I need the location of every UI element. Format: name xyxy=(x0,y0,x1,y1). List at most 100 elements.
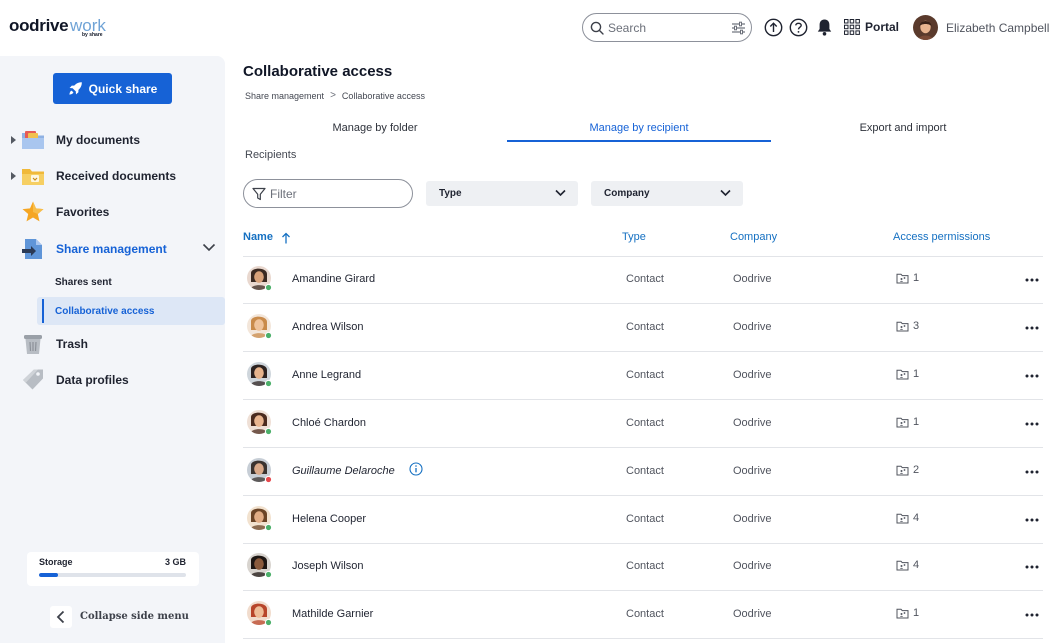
table-row[interactable]: Mathilde Garnier Contact Oodrive 1 xyxy=(243,591,1043,639)
sidebar-subitem-shares-sent[interactable]: Shares sent xyxy=(37,268,225,296)
sidebar-item-favorites[interactable]: Favorites xyxy=(0,197,225,227)
presence-status-dot xyxy=(265,284,272,291)
recipient-name[interactable]: Joseph Wilson xyxy=(292,560,364,572)
sidebar-item-trash[interactable]: Trash xyxy=(0,329,225,359)
sidebar-item-data-profiles[interactable]: Data profiles xyxy=(0,365,225,395)
more-actions-icon[interactable] xyxy=(1024,273,1040,287)
presence-status-dot xyxy=(265,380,272,387)
user-avatar[interactable] xyxy=(913,15,938,40)
expand-caret-icon[interactable] xyxy=(11,136,16,144)
sidebar-item-label: Trash xyxy=(56,337,89,351)
access-count-text: 1 xyxy=(913,416,920,428)
bell-icon[interactable] xyxy=(816,18,836,38)
filter-settings-icon[interactable] xyxy=(731,21,746,35)
recipient-name[interactable]: Helena Cooper xyxy=(292,513,366,525)
table-row[interactable]: Helena Cooper Contact Oodrive 4 xyxy=(243,496,1043,544)
info-icon[interactable] xyxy=(409,462,423,476)
recipient-name[interactable]: Amandine Girard xyxy=(292,273,375,285)
recipient-type: Contact xyxy=(626,465,664,477)
user-name[interactable]: Elizabeth Campbell xyxy=(946,21,1049,35)
breadcrumb-item-current: Collaborative access xyxy=(341,90,425,101)
sidebar-item-my-documents[interactable]: My documents xyxy=(0,125,225,155)
help-icon[interactable] xyxy=(789,18,809,38)
recipient-company: Oodrive xyxy=(733,560,772,572)
avatar xyxy=(247,314,273,340)
more-actions-icon[interactable] xyxy=(1024,513,1040,527)
table-row[interactable]: Andrea Wilson Contact Oodrive 3 xyxy=(243,304,1043,352)
storage-value: 3 GB xyxy=(164,557,186,567)
access-permissions-count[interactable]: 1 xyxy=(896,368,919,380)
quick-share-label: Quick share xyxy=(88,81,158,96)
type-dropdown[interactable]: Type xyxy=(426,181,578,206)
recipient-type: Contact xyxy=(626,321,664,333)
more-actions-icon[interactable] xyxy=(1024,465,1040,479)
sidebar-subitem-collaborative-access[interactable]: Collaborative access xyxy=(37,297,225,325)
recipient-name[interactable]: Anne Legrand xyxy=(292,369,361,381)
breadcrumb-item-share-management[interactable]: Share management xyxy=(245,91,324,101)
upload-icon[interactable] xyxy=(764,18,784,38)
recipient-type: Contact xyxy=(626,513,664,525)
recipient-type: Contact xyxy=(626,560,664,572)
shared-folder-icon xyxy=(896,369,909,380)
chevron-down-icon xyxy=(720,189,731,197)
presence-status-dot xyxy=(265,476,272,483)
access-permissions-count[interactable]: 1 xyxy=(896,416,919,428)
recipient-name[interactable]: Mathilde Garnier xyxy=(292,608,373,620)
breadcrumb-separator-icon: > xyxy=(330,90,336,101)
table-row[interactable]: Anne Legrand Contact Oodrive 1 xyxy=(243,352,1043,400)
shared-folder-icon xyxy=(896,321,909,332)
table-row[interactable]: Amandine Girard Contact Oodrive 1 xyxy=(243,256,1043,304)
table-row[interactable]: Chloé Chardon Contact Oodrive 1 xyxy=(243,400,1043,448)
recipient-company: Oodrive xyxy=(733,417,772,429)
chevron-up-icon[interactable] xyxy=(202,243,216,252)
column-header-access-permissions[interactable]: Access permissions xyxy=(893,231,990,243)
apps-grid-icon[interactable] xyxy=(844,19,860,35)
tab-manage-by-folder[interactable]: Manage by folder xyxy=(243,118,507,142)
access-count-text: 1 xyxy=(913,272,920,284)
avatar xyxy=(247,506,273,532)
more-actions-icon[interactable] xyxy=(1024,560,1040,574)
tab-manage-by-recipient[interactable]: Manage by recipient xyxy=(507,118,771,142)
recipient-type: Contact xyxy=(626,417,664,429)
column-header-company[interactable]: Company xyxy=(730,231,777,243)
more-actions-icon[interactable] xyxy=(1024,321,1040,335)
page-title: Collaborative access xyxy=(243,63,393,80)
more-actions-icon[interactable] xyxy=(1024,417,1040,431)
filter-input[interactable] xyxy=(270,186,400,202)
more-actions-icon[interactable] xyxy=(1024,608,1040,622)
access-permissions-count[interactable]: 2 xyxy=(896,464,919,476)
access-permissions-count[interactable]: 3 xyxy=(896,320,919,332)
sidebar-item-share-management[interactable]: Share management xyxy=(0,234,225,264)
recipient-name[interactable]: Andrea Wilson xyxy=(292,321,364,333)
more-actions-icon[interactable] xyxy=(1024,369,1040,383)
recipient-name[interactable]: Chloé Chardon xyxy=(292,417,366,429)
access-permissions-count[interactable]: 4 xyxy=(896,512,919,524)
quick-share-button[interactable]: Quick share xyxy=(53,73,172,104)
storage-progress-bar xyxy=(39,573,186,577)
access-permissions-count[interactable]: 4 xyxy=(896,559,919,571)
presence-status-dot xyxy=(265,524,272,531)
shared-folder-icon xyxy=(896,560,909,571)
presence-status-dot xyxy=(265,428,272,435)
search-input[interactable] xyxy=(608,19,720,37)
shared-folder-icon xyxy=(896,273,909,284)
recipient-name[interactable]: Guillaume Delaroche xyxy=(292,465,395,477)
company-dropdown[interactable]: Company xyxy=(591,181,743,206)
access-permissions-count[interactable]: 1 xyxy=(896,272,919,284)
sort-ascending-icon[interactable] xyxy=(281,232,291,244)
chevron-left-icon[interactable] xyxy=(50,606,72,628)
sidebar-item-received-documents[interactable]: Received documents xyxy=(0,161,225,191)
avatar xyxy=(247,266,273,292)
access-permissions-count[interactable]: 1 xyxy=(896,607,919,619)
portal-link[interactable]: Portal xyxy=(865,20,899,34)
recipient-company: Oodrive xyxy=(733,369,772,381)
column-header-name[interactable]: Name xyxy=(243,231,273,243)
logo-main-text: oodrive xyxy=(9,16,69,35)
search-icon xyxy=(590,21,604,35)
table-row[interactable]: Joseph Wilson Contact Oodrive 4 xyxy=(243,543,1043,591)
tab-export-and-import[interactable]: Export and import xyxy=(771,118,1035,142)
collapse-side-menu-label: Collapse side menu xyxy=(80,611,189,622)
table-row[interactable]: Guillaume Delaroche Contact Oodrive 2 xyxy=(243,448,1043,496)
column-header-type[interactable]: Type xyxy=(622,231,646,243)
expand-caret-icon[interactable] xyxy=(11,172,16,180)
